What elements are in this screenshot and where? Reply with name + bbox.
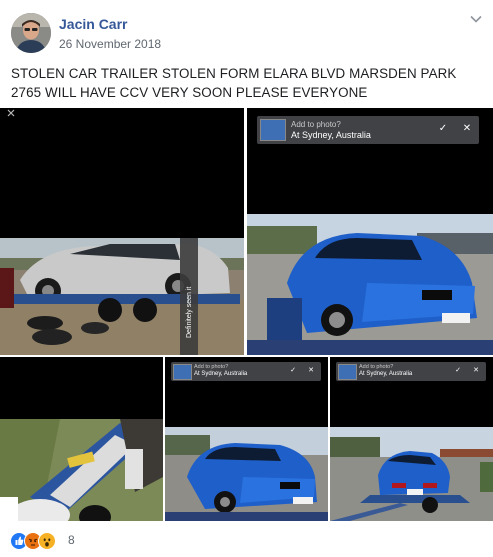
photo-blue-car-side[interactable]: Add to photo? At Sydney, Australia ✓ ✕ [165, 357, 328, 521]
close-icon[interactable]: ✕ [471, 366, 481, 374]
location-thumbnail [260, 119, 286, 141]
close-icon[interactable]: ✕ [460, 123, 474, 134]
location-label: At Sydney, Australia [291, 130, 371, 140]
close-icon[interactable]: ✕ [306, 366, 316, 374]
location-thumbnail [173, 364, 192, 380]
check-icon[interactable]: ✓ [453, 366, 463, 374]
photo-blue-car-front[interactable]: Add to photo? At Sydney, Australia ✓ ✕ [247, 108, 493, 355]
location-thumbnail [338, 364, 357, 380]
wow-icon [38, 532, 56, 550]
add-to-photo-location-bar-2[interactable]: Add to photo? At Sydney, Australia ✓ ✕ [171, 362, 321, 381]
add-to-photo-location-bar[interactable]: Add to photo? At Sydney, Australia ✓ ✕ [257, 116, 479, 144]
check-icon[interactable]: ✓ [288, 366, 298, 374]
location-label: At Sydney, Australia [359, 371, 413, 377]
add-to-photo-label: Add to photo? [194, 364, 229, 370]
author-avatar[interactable] [11, 13, 51, 53]
check-icon[interactable]: ✓ [436, 123, 450, 134]
snap-caption-text: Definitely seen it [186, 286, 193, 338]
photo-trailer-rotated[interactable] [0, 357, 163, 521]
photo-blue-car-rear[interactable]: Add to photo? At Sydney, Australia ✓ ✕ [330, 357, 493, 521]
add-to-photo-label: Add to photo? [291, 120, 341, 129]
add-to-photo-label: Add to photo? [359, 364, 394, 370]
photo-silver-car-trailer[interactable]: Definitely seen it [0, 108, 244, 355]
author-name-link[interactable]: Jacin Carr [59, 16, 127, 32]
add-to-photo-location-bar-3[interactable]: Add to photo? At Sydney, Australia ✓ ✕ [336, 362, 486, 381]
facebook-post: Jacin Carr 26 November 2018 STOLEN CAR T… [0, 0, 493, 557]
reaction-count[interactable]: 8 [68, 533, 75, 547]
chevron-down-icon[interactable] [469, 12, 483, 26]
location-label: At Sydney, Australia [194, 371, 248, 377]
post-timestamp-link[interactable]: 26 November 2018 [59, 37, 161, 51]
post-body-text: STOLEN CAR TRAILER STOLEN FORM ELARA BLV… [11, 66, 457, 100]
